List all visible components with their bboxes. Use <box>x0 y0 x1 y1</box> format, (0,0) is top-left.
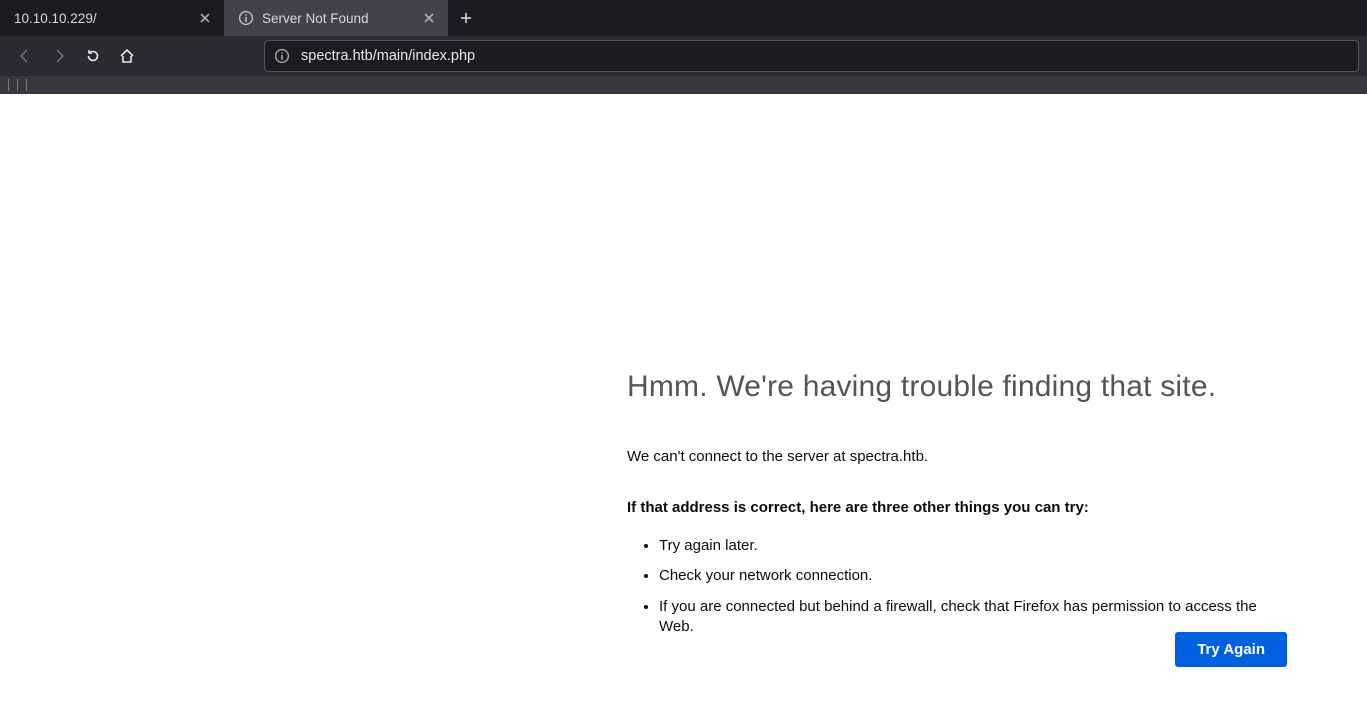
new-tab-button[interactable] <box>448 0 484 36</box>
list-item: If you are connected but behind a firewa… <box>659 597 1287 638</box>
info-icon <box>238 10 254 26</box>
tab-1[interactable]: Server Not Found <box>224 0 448 36</box>
forward-button[interactable] <box>42 40 76 72</box>
error-message: We can't connect to the server at spectr… <box>627 448 1287 465</box>
reload-button[interactable] <box>76 40 110 72</box>
tab-0[interactable]: 10.10.10.229/ <box>0 0 224 36</box>
url-text: spectra.htb/main/index.php <box>301 48 1350 64</box>
bookmarks-bar <box>0 76 1367 94</box>
home-button[interactable] <box>110 40 144 72</box>
tab-strip: 10.10.10.229/ Server Not Found <box>0 0 1367 36</box>
error-subheading: If that address is correct, here are thr… <box>627 499 1287 516</box>
tab-1-close-icon[interactable] <box>420 9 438 27</box>
list-item: Try again later. <box>659 536 1287 556</box>
tab-0-title: 10.10.10.229/ <box>14 11 190 26</box>
try-again-button[interactable]: Try Again <box>1175 632 1287 667</box>
nav-toolbar: spectra.htb/main/index.php <box>0 36 1367 76</box>
error-title: Hmm. We're having trouble finding that s… <box>627 370 1287 404</box>
error-container: Hmm. We're having trouble finding that s… <box>627 370 1287 647</box>
identity-info-icon[interactable] <box>273 47 291 65</box>
list-item: Check your network connection. <box>659 566 1287 586</box>
tab-0-close-icon[interactable] <box>196 9 214 27</box>
tab-1-title: Server Not Found <box>262 11 414 26</box>
button-row: Try Again <box>627 632 1287 667</box>
browser-chrome: 10.10.10.229/ Server Not Found <box>0 0 1367 94</box>
back-button[interactable] <box>8 40 42 72</box>
page-content: Hmm. We're having trouble finding that s… <box>0 94 1367 702</box>
error-suggestions: Try again later. Check your network conn… <box>627 536 1287 637</box>
url-bar[interactable]: spectra.htb/main/index.php <box>264 40 1359 72</box>
